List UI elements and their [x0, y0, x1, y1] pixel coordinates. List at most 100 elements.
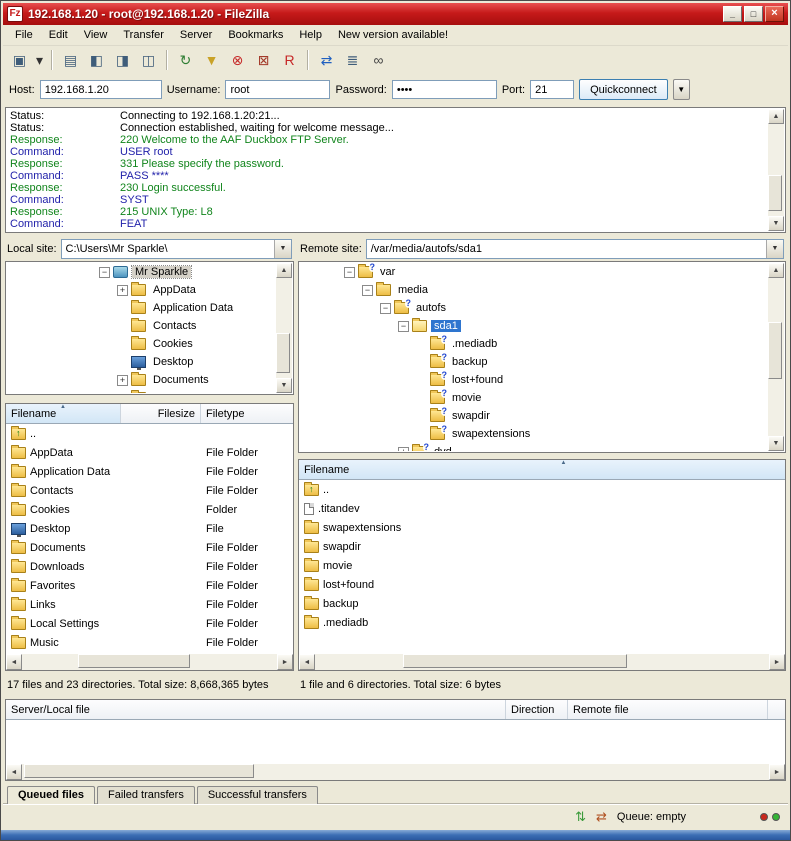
column-header-server-local-file[interactable]: Server/Local file: [6, 700, 506, 719]
scrollbar-thumb[interactable]: [768, 322, 782, 379]
file-row-appdata[interactable]: AppDataFile Folder: [6, 443, 293, 462]
directory-comparison-button[interactable]: ⇄: [314, 49, 339, 72]
menu-item-server[interactable]: Server: [172, 27, 220, 43]
remote-list-hscrollbar[interactable]: ◄ ►: [299, 654, 785, 670]
file-row-swapextensions[interactable]: swapextensions: [299, 518, 785, 537]
file-row-parent-dir[interactable]: ..: [299, 480, 785, 499]
scroll-right-button[interactable]: ►: [769, 764, 785, 780]
file-row-application-data[interactable]: Application DataFile Folder: [6, 462, 293, 481]
column-header-direction[interactable]: Direction: [506, 700, 568, 719]
file-row-lost-found[interactable]: lost+found: [299, 575, 785, 594]
menu-item-new-version-available[interactable]: New version available!: [330, 27, 456, 43]
menu-item-help[interactable]: Help: [291, 27, 330, 43]
quickconnect-button[interactable]: Quickconnect: [579, 79, 668, 100]
toggle-local-tree-button[interactable]: ◧: [84, 49, 109, 72]
close-button[interactable]: ×: [765, 6, 784, 22]
disconnect-button[interactable]: ⊠: [251, 49, 276, 72]
scroll-up-button[interactable]: ▲: [276, 263, 292, 278]
scrollbar-thumb[interactable]: [768, 175, 782, 212]
filter-button[interactable]: ▼: [199, 49, 224, 72]
toggle-queue-button[interactable]: ◫: [136, 49, 161, 72]
scrollbar-track[interactable]: [315, 654, 769, 670]
tree-item-swapdir[interactable]: swapdir: [300, 407, 768, 425]
scrollbar-track[interactable]: [22, 764, 769, 780]
scrollbar-track[interactable]: [276, 278, 292, 378]
quickconnect-dropdown-button[interactable]: ▼: [673, 79, 690, 100]
log-scrollbar[interactable]: ▲ ▼: [768, 109, 784, 231]
scroll-left-button[interactable]: ◄: [6, 654, 22, 670]
file-row-desktop[interactable]: DesktopFile: [6, 519, 293, 538]
file-row-movie[interactable]: movie: [299, 556, 785, 575]
file-row-music[interactable]: MusicFile Folder: [6, 633, 293, 652]
tree-item-mr-sparkle[interactable]: −Mr Sparkle: [7, 263, 276, 281]
file-row-favorites[interactable]: FavoritesFile Folder: [6, 576, 293, 595]
collapse-icon[interactable]: −: [99, 267, 110, 278]
scroll-right-button[interactable]: ►: [277, 654, 293, 670]
local-site-dropdown-button[interactable]: ▼: [274, 240, 291, 258]
scroll-right-button[interactable]: ►: [769, 654, 785, 670]
tree-item-contacts[interactable]: Contacts: [7, 317, 276, 335]
tree-item-cookies[interactable]: Cookies: [7, 335, 276, 353]
scrollbar-thumb[interactable]: [276, 333, 290, 373]
cancel-button[interactable]: ⊗: [225, 49, 250, 72]
username-input[interactable]: [225, 80, 330, 99]
tree-item-movie[interactable]: movie: [300, 389, 768, 407]
password-input[interactable]: [392, 80, 497, 99]
column-header-filename[interactable]: Filename▲: [6, 404, 121, 423]
tree-item-mediadb[interactable]: .mediadb: [300, 335, 768, 353]
column-header-remote-file[interactable]: Remote file: [568, 700, 768, 719]
file-row-cookies[interactable]: CookiesFolder: [6, 500, 293, 519]
minimize-button[interactable]: _: [723, 6, 742, 22]
file-row-contacts[interactable]: ContactsFile Folder: [6, 481, 293, 500]
speed-limits-icon[interactable]: ⇅: [575, 810, 586, 823]
scroll-left-button[interactable]: ◄: [6, 764, 22, 780]
tree-item-sda1[interactable]: −sda1: [300, 317, 768, 335]
scrollbar-thumb[interactable]: [24, 764, 254, 778]
queue-hscrollbar[interactable]: ◄ ►: [6, 764, 785, 780]
file-row-backup[interactable]: backup: [299, 594, 785, 613]
collapse-icon[interactable]: −: [344, 267, 355, 278]
scrollbar-track[interactable]: [768, 278, 784, 436]
tree-item-downloads[interactable]: +Downloads: [7, 389, 276, 393]
menu-item-view[interactable]: View: [76, 27, 116, 43]
toggle-remote-tree-button[interactable]: ◨: [110, 49, 135, 72]
scroll-up-button[interactable]: ▲: [768, 263, 784, 278]
expand-icon[interactable]: +: [117, 393, 128, 394]
file-row-documents[interactable]: DocumentsFile Folder: [6, 538, 293, 557]
file-row-mediadb[interactable]: .mediadb: [299, 613, 785, 632]
tree-item-desktop[interactable]: Desktop: [7, 353, 276, 371]
tree-item-appdata[interactable]: +AppData: [7, 281, 276, 299]
refresh-button[interactable]: ↻: [173, 49, 198, 72]
collapse-icon[interactable]: −: [362, 285, 373, 296]
scroll-down-button[interactable]: ▼: [276, 378, 292, 393]
file-row-parent-dir[interactable]: ..: [6, 424, 293, 443]
scrollbar-thumb[interactable]: [403, 654, 627, 668]
file-row-local-settings[interactable]: Local SettingsFile Folder: [6, 614, 293, 633]
tree-item-lost-found[interactable]: lost+found: [300, 371, 768, 389]
synchronized-browsing-button[interactable]: ≣: [340, 49, 365, 72]
tree-item-backup[interactable]: backup: [300, 353, 768, 371]
find-files-button[interactable]: ∞: [366, 49, 391, 72]
toggle-log-button[interactable]: ▤: [58, 49, 83, 72]
file-row-titandev[interactable]: .titandev: [299, 499, 785, 518]
network-activity-icon[interactable]: ⇄: [596, 810, 607, 823]
scrollbar-track[interactable]: [768, 124, 784, 216]
host-input[interactable]: [40, 80, 162, 99]
remote-tree-scrollbar[interactable]: ▲ ▼: [768, 263, 784, 451]
tree-item-documents[interactable]: +Documents: [7, 371, 276, 389]
remote-site-combo[interactable]: /var/media/autofs/sda1 ▼: [366, 239, 784, 259]
menu-item-bookmarks[interactable]: Bookmarks: [220, 27, 291, 43]
menu-item-transfer[interactable]: Transfer: [115, 27, 172, 43]
column-header-filetype[interactable]: Filetype: [201, 404, 293, 423]
remote-site-dropdown-button[interactable]: ▼: [766, 240, 783, 258]
tree-item-var[interactable]: −var: [300, 263, 768, 281]
site-manager-button[interactable]: ▣: [7, 49, 32, 72]
expand-icon[interactable]: +: [117, 285, 128, 296]
scroll-up-button[interactable]: ▲: [768, 109, 784, 124]
tree-item-application-data[interactable]: Application Data: [7, 299, 276, 317]
scrollbar-thumb[interactable]: [78, 654, 190, 668]
scroll-left-button[interactable]: ◄: [299, 654, 315, 670]
tree-item-autofs[interactable]: −autofs: [300, 299, 768, 317]
tree-item-swapextensions[interactable]: swapextensions: [300, 425, 768, 443]
expand-icon[interactable]: +: [117, 375, 128, 386]
